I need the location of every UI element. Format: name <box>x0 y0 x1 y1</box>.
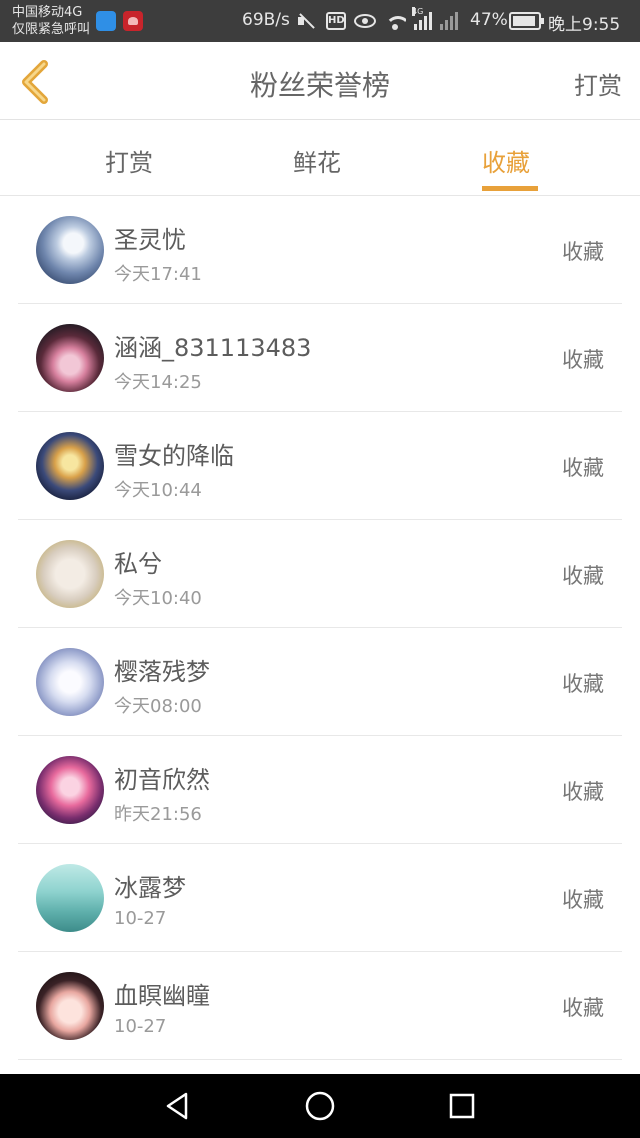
action-label: 收藏 <box>562 240 604 264</box>
list-item[interactable]: 樱落残梦 今天08:00 收藏 <box>18 628 622 736</box>
action-label: 收藏 <box>562 672 604 696</box>
home-circle-icon[interactable] <box>304 1090 336 1122</box>
user-name: 圣灵忧 <box>114 226 186 254</box>
page-title: 粉丝荣誉榜 <box>249 69 390 102</box>
fan-list: 圣灵忧 今天17:41 收藏 涵涵_831113483 今天14:25 收藏 雪… <box>18 196 622 1060</box>
notification-app-icon <box>96 11 116 31</box>
clock: 晚上9:55 <box>548 15 621 35</box>
status-bar: 中国移动4G 仅限紧急呼叫 69B/s HD 4G 47% 晚上9:55 <box>0 0 640 42</box>
battery-icon <box>509 12 544 30</box>
avatar[interactable] <box>36 648 104 716</box>
timestamp: 今天17:41 <box>114 264 202 285</box>
action-label: 收藏 <box>562 780 604 804</box>
eye-comfort-icon <box>354 14 376 28</box>
tab-flowers[interactable]: 鲜花 <box>293 143 341 178</box>
system-nav-bar <box>0 1074 640 1138</box>
hd-icon: HD <box>326 12 346 30</box>
action-label: 收藏 <box>562 564 604 588</box>
signal-2-icon <box>440 12 458 30</box>
action-label: 收藏 <box>562 996 604 1020</box>
user-name: 樱落残梦 <box>114 658 210 686</box>
carrier-info: 中国移动4G 仅限紧急呼叫 <box>12 4 90 38</box>
timestamp: 10-27 <box>114 908 167 929</box>
network-type-label: 4G <box>412 7 424 16</box>
signal-icon: 4G <box>412 7 432 30</box>
list-item[interactable]: 私兮 今天10:40 收藏 <box>18 520 622 628</box>
carrier-line2: 仅限紧急呼叫 <box>12 22 91 37</box>
timestamp: 今天14:25 <box>114 372 202 393</box>
reward-button[interactable]: 打赏 <box>574 66 622 101</box>
avatar[interactable] <box>36 756 104 824</box>
user-name: 雪女的降临 <box>114 442 234 470</box>
huawei-app-icon <box>123 11 143 31</box>
wifi-icon <box>384 12 406 30</box>
app-header: 粉丝荣誉榜 打赏 <box>0 42 640 120</box>
status-icons: HD 4G <box>296 7 458 32</box>
list-item[interactable]: 血瞑幽瞳 10-27 收藏 <box>18 952 622 1060</box>
action-label: 收藏 <box>562 456 604 480</box>
user-name: 血瞑幽瞳 <box>114 982 210 1010</box>
action-label: 收藏 <box>562 348 604 372</box>
avatar[interactable] <box>36 216 104 284</box>
battery-percent: 47% <box>470 10 508 30</box>
list-item[interactable]: 初音欣然 昨天21:56 收藏 <box>18 736 622 844</box>
mute-icon <box>296 12 318 30</box>
carrier-line1: 中国移动4G <box>12 5 83 20</box>
avatar[interactable] <box>36 324 104 392</box>
avatar[interactable] <box>36 432 104 500</box>
user-name: 初音欣然 <box>114 766 210 794</box>
avatar[interactable] <box>36 972 104 1040</box>
avatar[interactable] <box>36 864 104 932</box>
user-name: 涵涵_831113483 <box>114 334 312 362</box>
tab-favorites[interactable]: 收藏 <box>482 143 530 178</box>
avatar[interactable] <box>36 540 104 608</box>
user-name: 冰露梦 <box>114 874 186 902</box>
active-tab-indicator <box>482 186 538 191</box>
timestamp: 今天08:00 <box>114 696 202 717</box>
timestamp: 昨天21:56 <box>114 804 202 825</box>
recents-square-icon[interactable] <box>446 1090 478 1122</box>
back-triangle-icon[interactable] <box>162 1090 194 1122</box>
user-name: 私兮 <box>114 550 162 578</box>
timestamp: 10-27 <box>114 1016 167 1037</box>
list-item[interactable]: 圣灵忧 今天17:41 收藏 <box>18 196 622 304</box>
tab-bar: 打赏 鲜花 收藏 <box>0 121 640 196</box>
network-speed: 69B/s <box>242 10 290 30</box>
list-item[interactable]: 冰露梦 10-27 收藏 <box>18 844 622 952</box>
timestamp: 今天10:44 <box>114 480 202 501</box>
action-label: 收藏 <box>562 888 604 912</box>
timestamp: 今天10:40 <box>114 588 202 609</box>
list-item[interactable]: 涵涵_831113483 今天14:25 收藏 <box>18 304 622 412</box>
list-item[interactable]: 雪女的降临 今天10:44 收藏 <box>18 412 622 520</box>
tab-reward[interactable]: 打赏 <box>105 143 153 178</box>
